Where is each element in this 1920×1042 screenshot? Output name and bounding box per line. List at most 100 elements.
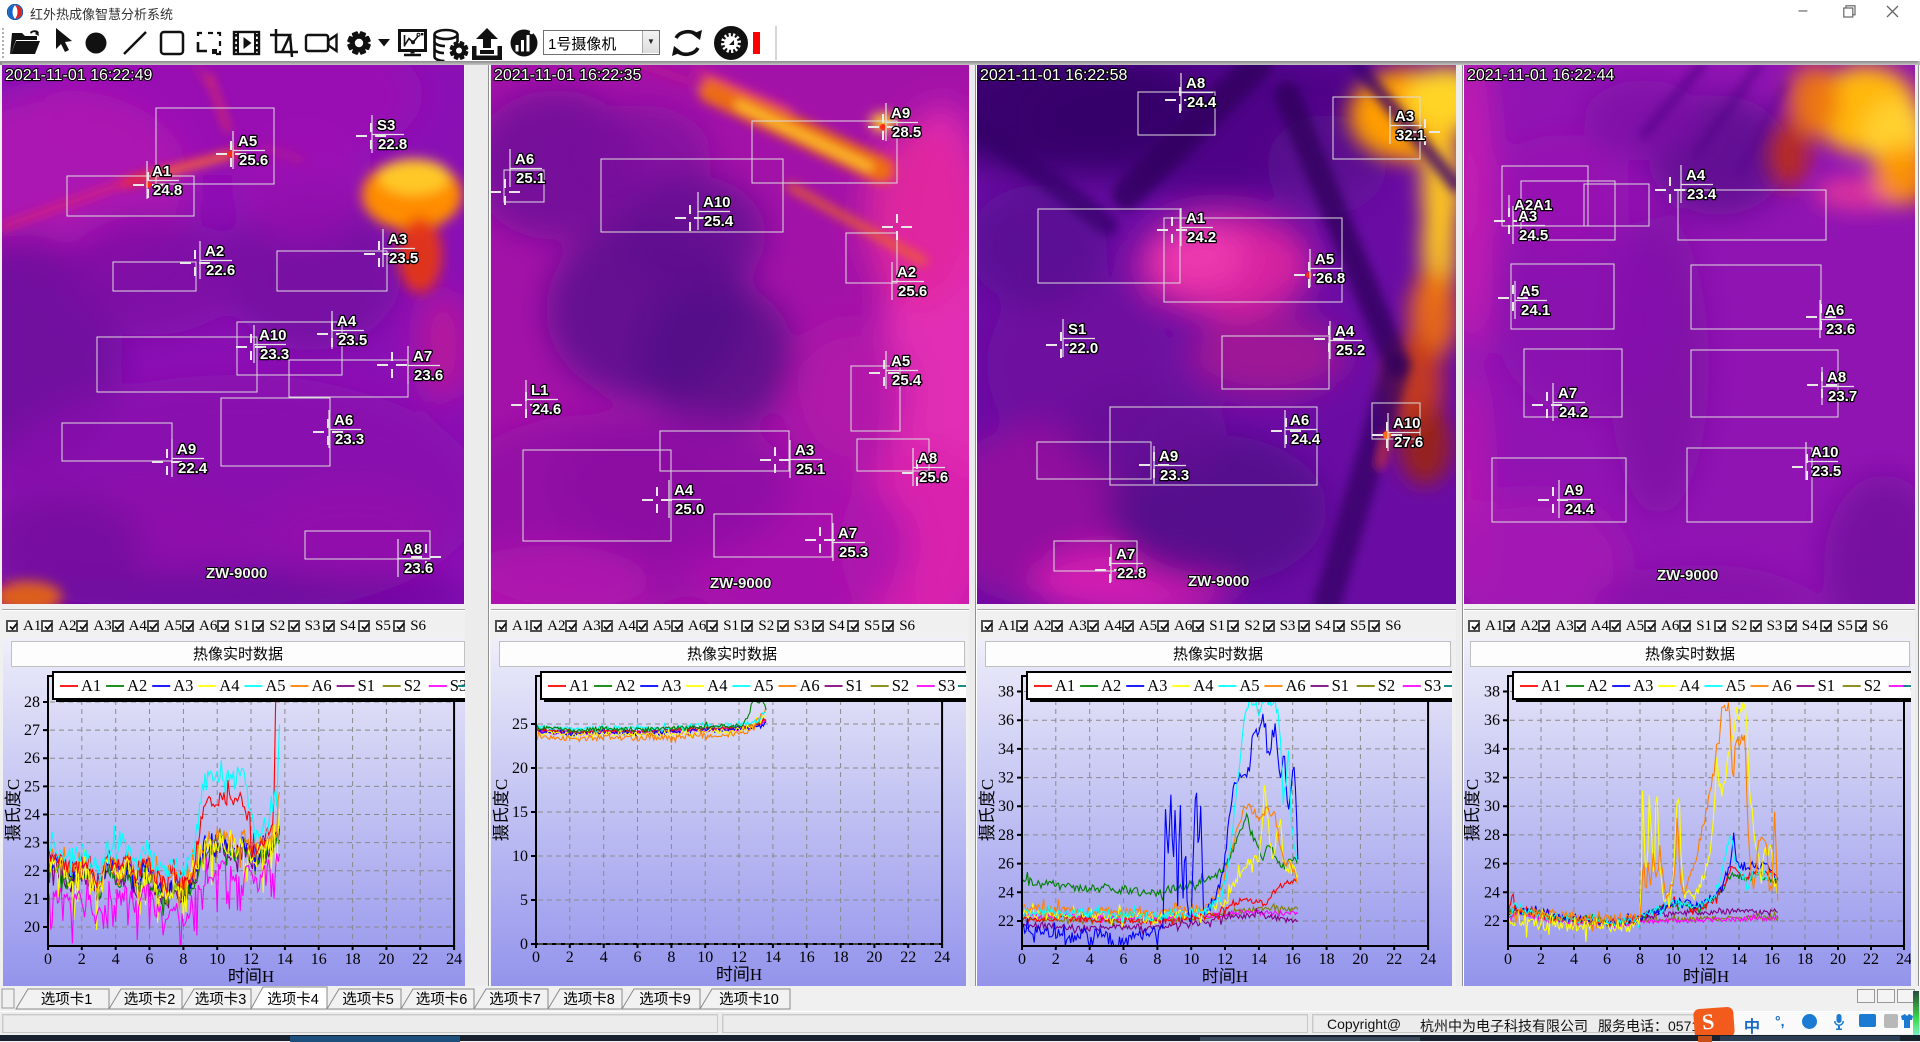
svg-text:18: 18 xyxy=(345,951,361,968)
svg-text:S1: S1 xyxy=(358,676,375,695)
svg-text:2021-11-01 16:22:49: 2021-11-01 16:22:49 xyxy=(5,67,152,84)
svg-text:25.4: 25.4 xyxy=(892,372,922,389)
svg-text:36: 36 xyxy=(998,712,1014,729)
svg-text:A3: A3 xyxy=(388,231,407,248)
svg-text:34: 34 xyxy=(1484,741,1500,758)
svg-text:A1: A1 xyxy=(152,163,171,180)
svg-text:A4: A4 xyxy=(1679,676,1699,695)
svg-text:S1: S1 xyxy=(846,676,863,695)
svg-text:32: 32 xyxy=(998,770,1014,787)
svg-text:ZW-9000: ZW-9000 xyxy=(1188,573,1249,590)
svg-text:S3: S3 xyxy=(938,676,955,695)
svg-text:S1: S1 xyxy=(1818,676,1835,695)
svg-text:23.6: 23.6 xyxy=(414,367,443,384)
svg-text:A5: A5 xyxy=(753,676,773,695)
svg-text:23.3: 23.3 xyxy=(1160,467,1189,484)
svg-text:8: 8 xyxy=(1636,951,1644,968)
svg-text:22: 22 xyxy=(900,949,916,966)
svg-text:16: 16 xyxy=(799,949,815,966)
svg-text:20: 20 xyxy=(1352,951,1368,968)
svg-text:A7: A7 xyxy=(1116,546,1135,563)
svg-text:4: 4 xyxy=(1570,951,1578,968)
svg-text:选项卡9: 选项卡9 xyxy=(639,991,691,1008)
svg-text:20: 20 xyxy=(866,949,882,966)
svg-text:30: 30 xyxy=(998,798,1014,815)
svg-text:A3: A3 xyxy=(173,676,193,695)
svg-text:A3: A3 xyxy=(1518,208,1537,225)
svg-text:27.6: 27.6 xyxy=(1394,434,1423,451)
svg-text:S2: S2 xyxy=(1378,676,1395,695)
svg-text:16: 16 xyxy=(1764,951,1780,968)
svg-text:5: 5 xyxy=(520,892,528,909)
svg-text:23.6: 23.6 xyxy=(404,560,433,577)
svg-text:A6: A6 xyxy=(1825,302,1844,319)
svg-text:A3: A3 xyxy=(1633,676,1653,695)
svg-text:摄氏度C: 摄氏度C xyxy=(978,779,997,841)
svg-text:20: 20 xyxy=(512,760,528,777)
svg-text:24: 24 xyxy=(446,951,462,968)
svg-text:A8: A8 xyxy=(1827,369,1846,386)
svg-text:0: 0 xyxy=(520,936,528,953)
svg-text:24.4: 24.4 xyxy=(1565,501,1595,518)
svg-text:25.1: 25.1 xyxy=(516,170,545,187)
svg-text:A4: A4 xyxy=(219,676,239,695)
svg-text:16: 16 xyxy=(311,951,327,968)
svg-text:25.6: 25.6 xyxy=(239,152,268,169)
svg-text:6: 6 xyxy=(1603,951,1611,968)
svg-text:10: 10 xyxy=(1665,951,1681,968)
svg-text:24.2: 24.2 xyxy=(1559,404,1588,421)
svg-text:4: 4 xyxy=(1086,951,1094,968)
svg-text:A5: A5 xyxy=(1239,676,1259,695)
svg-text:A4: A4 xyxy=(1686,167,1706,184)
svg-text:S3: S3 xyxy=(377,117,395,134)
svg-text:2: 2 xyxy=(1052,951,1060,968)
svg-text:A7: A7 xyxy=(838,525,857,542)
svg-text:A10: A10 xyxy=(1393,415,1421,432)
svg-text:38: 38 xyxy=(998,684,1014,701)
svg-text:选项卡3: 选项卡3 xyxy=(195,991,247,1008)
svg-text:22: 22 xyxy=(1863,951,1879,968)
svg-text:22.6: 22.6 xyxy=(206,262,235,279)
svg-text:28: 28 xyxy=(1484,827,1500,844)
svg-text:15: 15 xyxy=(512,804,528,821)
svg-text:28: 28 xyxy=(998,827,1014,844)
svg-text:6: 6 xyxy=(634,949,642,966)
svg-text:S2: S2 xyxy=(404,676,421,695)
svg-text:A1: A1 xyxy=(1055,676,1075,695)
svg-text:25.4: 25.4 xyxy=(704,213,734,230)
svg-text:25.6: 25.6 xyxy=(898,283,927,300)
svg-text:选项卡6: 选项卡6 xyxy=(416,991,468,1008)
svg-text:时间H: 时间H xyxy=(228,967,274,986)
svg-text:4: 4 xyxy=(600,949,608,966)
svg-text:A2: A2 xyxy=(205,243,224,260)
svg-text:A5: A5 xyxy=(891,353,910,370)
svg-text:摄氏度C: 摄氏度C xyxy=(1463,779,1482,841)
svg-text:18: 18 xyxy=(833,949,849,966)
svg-text:选项卡8: 选项卡8 xyxy=(563,991,615,1008)
svg-text:10: 10 xyxy=(697,949,713,966)
svg-text:10: 10 xyxy=(209,951,225,968)
svg-text:A7: A7 xyxy=(1558,385,1577,402)
svg-text:A1: A1 xyxy=(569,676,589,695)
svg-text:2021-11-01 16:22:58: 2021-11-01 16:22:58 xyxy=(980,67,1127,84)
svg-text:A6: A6 xyxy=(334,412,353,429)
svg-text:23.3: 23.3 xyxy=(260,346,289,363)
svg-text:选项卡7: 选项卡7 xyxy=(489,991,541,1008)
svg-text:A9: A9 xyxy=(1159,448,1178,465)
svg-text:时间H: 时间H xyxy=(1202,967,1248,986)
svg-text:22.8: 22.8 xyxy=(1117,565,1146,582)
svg-text:A6: A6 xyxy=(800,676,820,695)
svg-text:摄氏度C: 摄氏度C xyxy=(492,779,511,841)
svg-text:12: 12 xyxy=(1698,951,1714,968)
svg-text:24.6: 24.6 xyxy=(532,401,561,418)
svg-text:A7: A7 xyxy=(413,348,432,365)
svg-text:选项卡1: 选项卡1 xyxy=(41,991,93,1008)
svg-text:A4: A4 xyxy=(1335,323,1355,340)
svg-text:A10: A10 xyxy=(1811,444,1839,461)
svg-text:ZW-9000: ZW-9000 xyxy=(1657,567,1718,584)
svg-text:22: 22 xyxy=(998,913,1014,930)
svg-text:ZW-9000: ZW-9000 xyxy=(206,565,267,582)
svg-text:L1: L1 xyxy=(531,382,549,399)
svg-text:24: 24 xyxy=(934,949,950,966)
svg-text:A3: A3 xyxy=(1147,676,1167,695)
